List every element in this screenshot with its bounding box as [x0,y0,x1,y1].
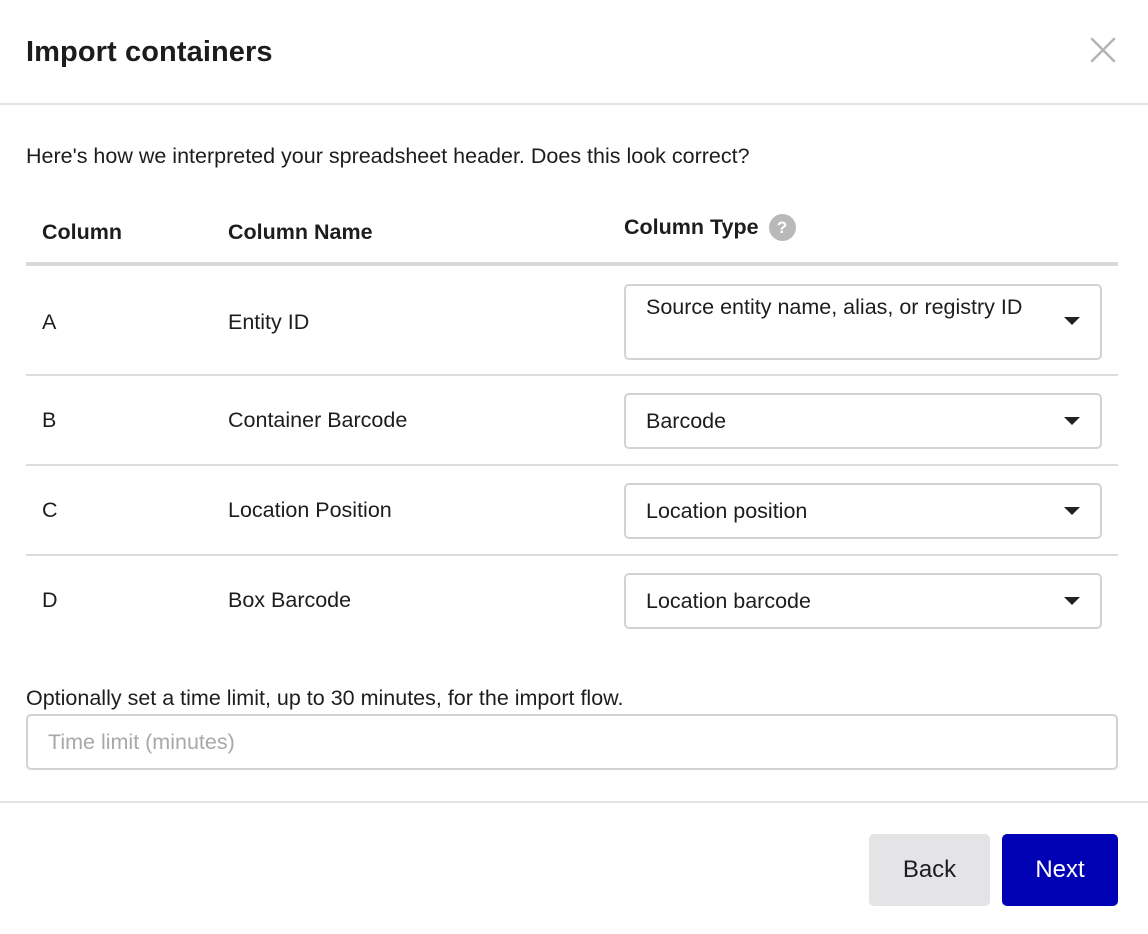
column-type-value: Source entity name, alias, or registry I… [646,295,1023,319]
time-limit-label: Optionally set a time limit, up to 30 mi… [26,686,624,710]
column-type-select[interactable]: Barcode [624,393,1102,449]
column-name: Entity ID [228,310,310,334]
table-row: D Box Barcode Location barcode [26,556,1118,646]
dialog-title: Import containers [26,36,273,68]
column-name: Box Barcode [228,588,352,612]
column-letter: A [42,310,57,334]
table-row: A Entity ID Source entity name, alias, o… [26,266,1118,376]
column-letter: D [42,588,58,612]
column-type-select[interactable]: Location barcode [624,573,1102,629]
column-letter: C [42,498,58,522]
intro-text: Here's how we interpreted your spreadshe… [26,144,750,168]
table-row: C Location Position Location position [26,466,1118,556]
column-type-select[interactable]: Location position [624,483,1102,539]
dialog-header: Import containers [0,0,1148,105]
next-button[interactable]: Next [1002,834,1118,906]
back-button[interactable]: Back [869,834,990,906]
column-type-value: Location position [646,499,808,523]
close-icon [1090,37,1116,63]
column-type-value: Location barcode [646,589,811,613]
time-limit-input[interactable] [26,714,1118,770]
chevron-down-icon [1064,507,1080,515]
import-containers-dialog: Import containers Here's how we interpre… [0,0,1148,934]
chevron-down-icon [1064,597,1080,605]
column-type-select[interactable]: Source entity name, alias, or registry I… [624,284,1102,360]
help-icon[interactable]: ? [768,214,796,241]
close-button[interactable] [1086,33,1120,67]
header-column-type: Column Type ? [624,214,796,241]
column-letter: B [42,408,57,432]
footer-divider [0,801,1148,803]
header-column: Column [42,220,123,244]
column-mapping-table: Column Column Name Column Type ? A Entit… [26,196,1118,646]
chevron-down-icon [1064,417,1080,425]
column-name: Container Barcode [228,408,408,432]
chevron-down-icon [1064,317,1080,325]
table-row: B Container Barcode Barcode [26,376,1118,466]
table-header: Column Column Name Column Type ? [26,196,1118,266]
column-name: Location Position [228,498,392,522]
header-column-type-label: Column Type [624,215,759,239]
column-type-value: Barcode [646,409,727,433]
header-column-name: Column Name [228,220,373,244]
